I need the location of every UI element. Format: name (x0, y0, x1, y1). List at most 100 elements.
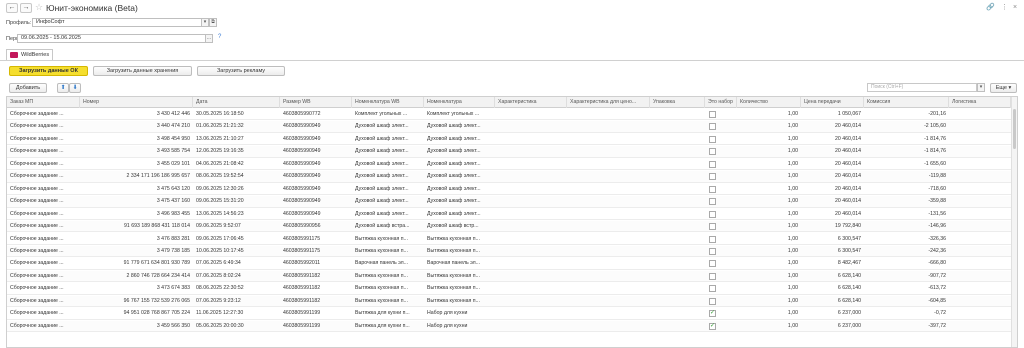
is-set-checkbox[interactable] (709, 123, 716, 131)
table-row[interactable]: Сборочное задание ... 94 951 028 768 867 … (7, 308, 1011, 320)
column-header-date[interactable]: Дата (193, 97, 280, 108)
column-header-nomenclature-wb[interactable]: Номенклатура WB (352, 97, 424, 108)
load-ok-button[interactable]: Загрузить данные ОК (9, 66, 88, 76)
table-row[interactable]: Сборочное задание ... 3 459 566 350 05.06.… (7, 320, 1011, 333)
profile-open-button[interactable]: ⧉ (209, 18, 217, 27)
size-wb-cell: 4603805990949 (283, 123, 321, 130)
column-header-order[interactable]: Заказ МП (7, 97, 80, 108)
column-header-quantity[interactable]: Количество (737, 97, 801, 108)
is-set-checkbox[interactable] (709, 272, 716, 280)
table-row[interactable]: Сборочное задание ... 3 479 738 185 10.06.… (7, 245, 1011, 258)
table-row[interactable]: Сборочное задание ... 91 693 189 868 431 … (7, 221, 1011, 233)
order-cell: Сборочное задание ... (10, 123, 64, 130)
profile-dropdown-button[interactable]: ▾ (201, 18, 209, 27)
column-header-logistics[interactable]: Логистика (949, 97, 1011, 108)
period-choose-button[interactable]: ... (205, 34, 213, 43)
nomenclature-wb-cell: Вытяжка кухонная п... (355, 297, 408, 304)
arrow-up-icon: ⬆ (60, 85, 66, 91)
order-cell: Сборочное задание ... (10, 297, 64, 304)
nomenclature-cell: Варочная панель эл... (427, 260, 481, 267)
close-icon[interactable]: × (1013, 3, 1017, 12)
move-up-button[interactable]: ⬆ (57, 83, 69, 93)
nomenclature-wb-cell: Духовой шкаф элект... (355, 160, 409, 167)
load-storage-button[interactable]: Загрузить данные хранения (93, 66, 192, 76)
nomenclature-wb-cell: Духовой шкаф элект... (355, 123, 409, 130)
period-field[interactable]: 09.06.2025 - 15.06.2025 (17, 34, 206, 43)
column-header-commission[interactable]: Комиссия (864, 97, 949, 108)
nomenclature-wb-cell: Вытяжка кухонная п... (355, 247, 408, 254)
more-menu-icon[interactable]: ⋮ (1001, 3, 1008, 12)
table-row[interactable]: Сборочное задание ... 3 493 585 754 12.06.… (7, 146, 1011, 158)
is-set-checkbox[interactable] (709, 148, 716, 156)
is-set-checkbox[interactable] (709, 111, 716, 118)
help-icon[interactable]: ? (218, 34, 221, 40)
add-button[interactable]: Добавить (9, 83, 47, 93)
column-header-is-set[interactable]: Это набор (705, 97, 737, 108)
is-set-checkbox[interactable] (709, 135, 716, 143)
is-set-checkbox[interactable] (709, 235, 716, 243)
table-row[interactable]: Сборочное задание ... 3 498 454 950 13.06.… (7, 134, 1011, 146)
scrollbar-thumb[interactable] (1013, 109, 1016, 149)
nomenclature-cell: Вытяжка кухонная п... (427, 235, 480, 242)
column-header-characteristic[interactable]: Характеристика (495, 97, 567, 108)
date-cell: 04.06.2025 21:08:42 (196, 160, 244, 167)
column-header-characteristic-price[interactable]: Характеристика для цено... (567, 97, 650, 108)
forward-button[interactable]: → (20, 3, 32, 13)
is-set-checkbox[interactable] (709, 185, 716, 193)
search-input[interactable]: Поиск (Ctrl+F) (867, 83, 977, 92)
size-wb-cell: 4603805991182 (283, 285, 321, 292)
size-wb-cell: 4603805990956 (283, 223, 321, 230)
quantity-cell: 1,00 (787, 223, 798, 230)
quantity-cell: 1,00 (787, 210, 798, 217)
table-row[interactable]: Сборочное задание ... 3 473 674 383 08.06.… (7, 283, 1011, 295)
is-set-checkbox[interactable] (709, 297, 716, 305)
is-set-checkbox[interactable] (709, 160, 716, 168)
column-header-nomenclature[interactable]: Номенклатура (424, 97, 495, 108)
is-set-checkbox[interactable] (709, 260, 716, 268)
move-down-button[interactable]: ⬇ (69, 83, 81, 93)
back-arrow-icon: ← (8, 4, 16, 11)
date-cell: 09.06.2025 15:31:20 (196, 198, 244, 205)
is-set-checkbox[interactable]: ✓ (709, 322, 716, 330)
column-header-number[interactable]: Номер (80, 97, 193, 108)
table-row[interactable]: Сборочное задание ... 96 767 155 732 539 … (7, 295, 1011, 308)
is-set-checkbox[interactable]: ✓ (709, 310, 716, 318)
column-header-transfer-price[interactable]: Цена передачи (801, 97, 864, 108)
date-cell: 08.06.2025 22:30:52 (196, 285, 244, 292)
profile-field[interactable]: ИнфоСофт (32, 18, 202, 27)
is-set-checkbox[interactable] (709, 247, 716, 255)
transfer-price-cell: 20 460,014 (835, 198, 861, 205)
column-header-package[interactable]: Упаковка (650, 97, 705, 108)
table-row[interactable]: Сборочное задание ... 3 475 643 120 09.06.… (7, 184, 1011, 196)
table-row[interactable]: Сборочное задание ... 2 334 171 196 186 9… (7, 171, 1011, 183)
nomenclature-cell: Духовой шкаф элект... (427, 160, 481, 167)
table-row[interactable]: Сборочное задание ... 3 430 412 446 30.05.… (7, 109, 1011, 121)
more-button[interactable]: Еще ▾ (990, 83, 1017, 93)
table-row[interactable]: Сборочное задание ... 2 860 746 728 664 2… (7, 270, 1011, 283)
number-cell: 3 496 983 455 (156, 210, 190, 217)
commission-cell: -1 814,76 (924, 135, 946, 142)
table-header: Заказ МП Номер Дата Размер WB Номенклату… (7, 97, 1017, 108)
is-set-checkbox[interactable] (709, 223, 716, 231)
is-set-checkbox[interactable] (709, 198, 716, 206)
search-dropdown-button[interactable]: ▾ (977, 83, 985, 92)
link-icon[interactable]: 🔗 (986, 3, 995, 12)
is-set-checkbox[interactable] (709, 173, 716, 181)
table-row[interactable]: Сборочное задание ... 3 475 437 160 09.06.… (7, 196, 1011, 208)
table-row[interactable]: Сборочное задание ... 3 440 474 210 01.06.… (7, 121, 1011, 133)
table-row[interactable]: Сборочное задание ... 3 476 883 281 09.06.… (7, 234, 1011, 245)
is-set-checkbox[interactable] (709, 210, 716, 218)
tab-wildberries[interactable]: WildBerries (6, 49, 53, 60)
nomenclature-cell: Духовой шкаф встр... (427, 223, 479, 230)
table-row[interactable]: Сборочное задание ... 91 779 671 634 801 … (7, 258, 1011, 270)
nomenclature-wb-cell: Духовой шкаф элект... (355, 148, 409, 155)
favorite-star-icon[interactable]: ☆ (35, 2, 43, 12)
load-ads-button[interactable]: Загрузить рекламу (197, 66, 285, 76)
table-row[interactable]: Сборочное задание ... 3 455 029 101 04.06.… (7, 159, 1011, 171)
vertical-scrollbar[interactable] (1011, 97, 1017, 347)
is-set-checkbox[interactable] (709, 285, 716, 293)
back-button[interactable]: ← (6, 3, 18, 13)
column-header-size-wb[interactable]: Размер WB (280, 97, 352, 108)
commission-cell: -359,88 (928, 198, 946, 205)
table-row[interactable]: Сборочное задание ... 3 496 983 455 13.06.… (7, 209, 1011, 221)
